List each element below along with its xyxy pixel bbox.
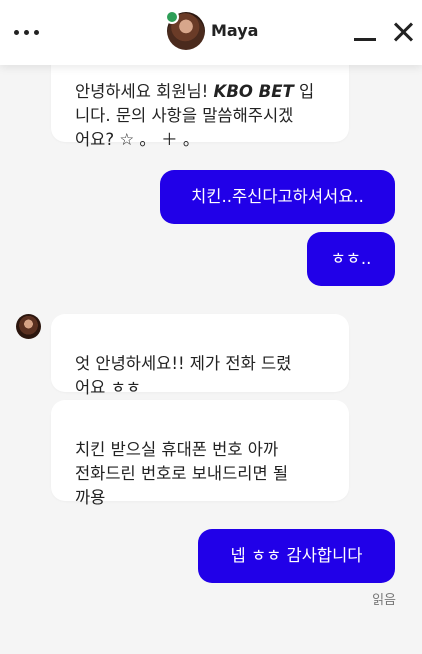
message-outgoing: ㅎㅎ.. (307, 232, 395, 286)
message-text: 넵 ㅎㅎ 감사합니다 (230, 546, 363, 565)
agent-avatar (16, 314, 41, 339)
online-status-icon (165, 10, 179, 24)
message-text-part: 안녕하세요 회원님! (75, 82, 214, 101)
chat-header: Maya (0, 0, 422, 65)
message-text: 치킨 받으실 휴대폰 번호 아까 전화드린 번호로 보내드리면 될 까용 (75, 440, 289, 507)
brand-text: KBO BET (213, 82, 294, 101)
message-text: ㅎㅎ.. (330, 249, 372, 268)
message-outgoing: 넵 ㅎㅎ 감사합니다 (198, 529, 395, 583)
more-options-icon[interactable] (14, 29, 42, 35)
message-incoming: 치킨 받으실 휴대폰 번호 아까 전화드린 번호로 보내드리면 될 까용 (51, 400, 349, 507)
avatar (165, 10, 205, 50)
message-outgoing: 치킨..주신다고하셔서요.. (160, 170, 395, 224)
close-icon[interactable] (392, 20, 416, 44)
message-text: 엇 안녕하세요!! 제가 전화 드렸 어요 ㅎㅎ (75, 354, 292, 397)
message-incoming: 엇 안녕하세요!! 제가 전화 드렸 어요 ㅎㅎ (51, 314, 349, 397)
minimize-icon[interactable] (354, 27, 376, 41)
contact-name: Maya (211, 21, 259, 40)
read-receipt: 읽음 (372, 593, 396, 608)
chat-area: 안녕하세요 회원님! KBO BET 입 니다. 문의 사항을 말씀해주시겠 어… (0, 0, 422, 654)
message-text: 치킨..주신다고하셔서요.. (191, 187, 364, 206)
